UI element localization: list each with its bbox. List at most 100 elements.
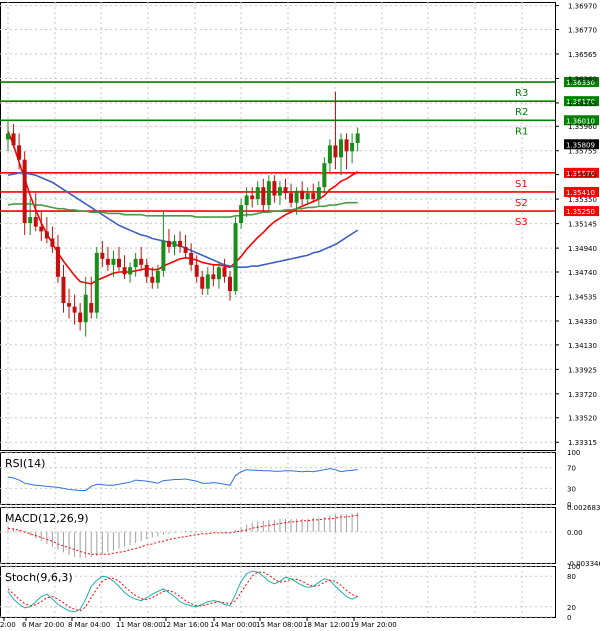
level-label-s1: S1 xyxy=(515,179,528,190)
candlesticks xyxy=(6,91,360,337)
macd-panel: 0.0026830.00-0.003346MACD(12,26,9) xyxy=(0,504,600,568)
price-tick-label: 1.33520 xyxy=(568,415,597,423)
candle-body xyxy=(39,226,44,232)
candle-body xyxy=(327,145,332,164)
candle-body xyxy=(83,294,88,323)
candle-body xyxy=(205,274,210,289)
candle-body xyxy=(78,312,83,323)
level-price-label: 1.35250 xyxy=(566,208,595,216)
candle-body xyxy=(311,193,316,200)
time-label: 14 Mar 00:00 xyxy=(210,621,257,629)
candle-body xyxy=(294,190,299,203)
candle-body xyxy=(178,240,183,247)
candle-body xyxy=(67,303,72,307)
price-tick-label: 1.36770 xyxy=(568,26,597,34)
level-label-r3: R3 xyxy=(515,88,528,99)
price-tick-label: 1.36970 xyxy=(568,3,597,11)
current-price-label: 1.35809 xyxy=(566,141,595,149)
price-tick-label: 1.35555 xyxy=(568,172,597,180)
candle-body xyxy=(161,240,166,271)
candle-body xyxy=(144,264,149,277)
candle-body xyxy=(122,267,127,275)
price-axis: 1.36970 1.36770 1.36565 1.36360 1.36155 1.359… xyxy=(555,3,599,447)
time-label: 18 Mar 12:00 xyxy=(303,621,350,629)
candle-body xyxy=(55,246,60,277)
time-label: 19 Mar 20:00 xyxy=(350,621,397,629)
moving-averages xyxy=(7,130,359,285)
price-tick-label: 1.35350 xyxy=(568,196,597,204)
candle-body xyxy=(233,223,238,292)
time-axis: 2:00 6 Mar 20:00 8 Mar 04:00 11 Mar 08:00 12… xyxy=(0,617,397,629)
panel-level-label: 30 xyxy=(567,485,576,493)
candle-body xyxy=(211,274,216,280)
time-label: 12 Mar 16:00 xyxy=(162,621,209,629)
candle-body xyxy=(28,217,33,224)
stoch-panel: 100 80 20 0 Stoch(9,6,3) xyxy=(0,563,580,622)
time-label: 6 Mar 20:00 xyxy=(22,621,64,629)
stoch-frame xyxy=(0,566,556,618)
candle-body xyxy=(289,193,294,203)
price-tick-label: 1.35960 xyxy=(568,123,597,131)
rsi-frame xyxy=(0,452,556,505)
panel-level-label: 100 xyxy=(567,563,580,571)
main-panel-grid xyxy=(0,2,556,451)
panel-level-label: 70 xyxy=(567,465,576,473)
time-label: 8 Mar 04:00 xyxy=(68,621,110,629)
candle-body xyxy=(128,267,133,275)
candle-body xyxy=(216,267,221,280)
candle-body xyxy=(322,163,327,188)
price-tick-label: 1.36565 xyxy=(568,51,597,59)
candle-body xyxy=(139,258,144,265)
candle-body xyxy=(277,187,282,196)
price-tick-label: 1.35145 xyxy=(568,221,597,229)
candle-body xyxy=(200,276,205,289)
candle-body xyxy=(316,187,321,200)
candle-body xyxy=(6,133,10,140)
panel-level-label: 100 xyxy=(567,449,580,457)
candle-body xyxy=(250,195,255,200)
candle-body xyxy=(50,238,55,247)
level-label-r2: R2 xyxy=(515,107,528,118)
price-tick-label: 1.34330 xyxy=(568,318,597,326)
pivot-levels: R31.36330R21.36170R11.36010S11.35570S21.… xyxy=(0,77,599,228)
candle-body xyxy=(100,252,105,259)
rsi-panel: 10070300RSI(14) xyxy=(0,449,580,509)
candle-body xyxy=(283,187,288,194)
candle-body xyxy=(355,133,360,143)
panel-level-label: 80 xyxy=(567,573,576,581)
price-tick-label: 1.36155 xyxy=(568,100,597,108)
candle-body xyxy=(133,258,138,268)
price-tick-label: 1.33925 xyxy=(568,366,597,374)
candle-body xyxy=(117,258,121,268)
candle-body xyxy=(33,217,38,227)
candle-body xyxy=(189,252,194,265)
main-panel-frame xyxy=(0,2,556,451)
candle-body xyxy=(194,264,199,277)
candle-body xyxy=(72,306,77,313)
candle-body xyxy=(244,195,249,206)
rsi-line xyxy=(7,468,358,491)
candle-body xyxy=(111,258,116,265)
candle-body xyxy=(183,246,188,253)
candle-body xyxy=(61,276,66,304)
candle-body xyxy=(239,205,244,224)
panel-level-label: 0.00 xyxy=(567,529,583,537)
price-tick-label: 1.36360 xyxy=(568,75,597,83)
macd-label: MACD(12,26,9) xyxy=(5,512,89,525)
candle-body xyxy=(344,139,349,152)
stoch-label: Stoch(9,6,3) xyxy=(5,571,73,584)
candle-body xyxy=(166,240,171,247)
time-label: 15 Mar 08:00 xyxy=(256,621,303,629)
candle-body xyxy=(89,303,94,313)
candle-body xyxy=(155,270,160,283)
price-tick-label: 1.34130 xyxy=(568,342,597,350)
level-label-s3: S3 xyxy=(515,217,528,228)
candle-body xyxy=(222,267,227,277)
rsi-label: RSI(14) xyxy=(5,457,45,470)
panel-level-label: 20 xyxy=(567,604,576,612)
candle-body xyxy=(105,258,110,265)
level-label-r1: R1 xyxy=(515,126,528,137)
candle-body xyxy=(94,252,99,313)
panel-level-label: 0.002683 xyxy=(567,504,600,512)
candle-body xyxy=(255,187,260,200)
